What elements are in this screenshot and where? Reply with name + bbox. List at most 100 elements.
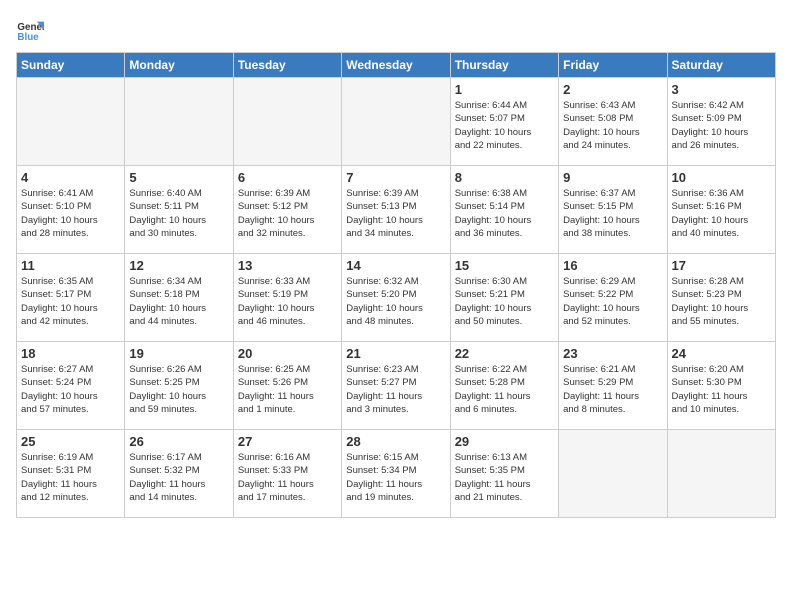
- logo: General Blue: [16, 16, 48, 44]
- calendar-cell: 12 Sunrise: 6:34 AMSunset: 5:18 PMDayligh…: [125, 254, 233, 342]
- day-number: 17: [672, 258, 771, 273]
- weekday-header-monday: Monday: [125, 53, 233, 78]
- calendar-cell: [667, 430, 775, 518]
- day-number: 14: [346, 258, 445, 273]
- weekday-header-saturday: Saturday: [667, 53, 775, 78]
- calendar-cell: 4 Sunrise: 6:41 AMSunset: 5:10 PMDaylight…: [17, 166, 125, 254]
- day-info: Sunrise: 6:29 AMSunset: 5:22 PMDaylight:…: [563, 275, 662, 328]
- day-info: Sunrise: 6:20 AMSunset: 5:30 PMDaylight:…: [672, 363, 771, 416]
- calendar-cell: [342, 78, 450, 166]
- calendar-cell: 2 Sunrise: 6:43 AMSunset: 5:08 PMDaylight…: [559, 78, 667, 166]
- calendar-cell: 21 Sunrise: 6:23 AMSunset: 5:27 PMDayligh…: [342, 342, 450, 430]
- day-number: 23: [563, 346, 662, 361]
- day-info: Sunrise: 6:33 AMSunset: 5:19 PMDaylight:…: [238, 275, 337, 328]
- day-info: Sunrise: 6:32 AMSunset: 5:20 PMDaylight:…: [346, 275, 445, 328]
- calendar-cell: [17, 78, 125, 166]
- calendar-cell: 20Sunrise: 6:25 AMSunset: 5:26 PMDayligh…: [233, 342, 341, 430]
- day-info: Sunrise: 6:13 AMSunset: 5:35 PMDaylight:…: [455, 451, 554, 504]
- day-info: Sunrise: 6:17 AMSunset: 5:32 PMDaylight:…: [129, 451, 228, 504]
- day-info: Sunrise: 6:15 AMSunset: 5:34 PMDaylight:…: [346, 451, 445, 504]
- calendar-cell: 10 Sunrise: 6:36 AMSunset: 5:16 PMDayligh…: [667, 166, 775, 254]
- day-number: 8: [455, 170, 554, 185]
- day-number: 22: [455, 346, 554, 361]
- day-info: Sunrise: 6:39 AMSunset: 5:13 PMDaylight:…: [346, 187, 445, 240]
- calendar-cell: 26 Sunrise: 6:17 AMSunset: 5:32 PMDayligh…: [125, 430, 233, 518]
- day-number: 7: [346, 170, 445, 185]
- day-info: Sunrise: 6:28 AMSunset: 5:23 PMDaylight:…: [672, 275, 771, 328]
- day-info: Sunrise: 6:27 AMSunset: 5:24 PMDaylight:…: [21, 363, 120, 416]
- header: General Blue: [16, 16, 776, 44]
- day-number: 4: [21, 170, 120, 185]
- day-number: 16: [563, 258, 662, 273]
- day-number: 24: [672, 346, 771, 361]
- calendar-cell: 28 Sunrise: 6:15 AMSunset: 5:34 PMDayligh…: [342, 430, 450, 518]
- calendar-cell: 29 Sunrise: 6:13 AMSunset: 5:35 PMDayligh…: [450, 430, 558, 518]
- calendar-cell: 13 Sunrise: 6:33 AMSunset: 5:19 PMDayligh…: [233, 254, 341, 342]
- day-number: 11: [21, 258, 120, 273]
- calendar-cell: 9 Sunrise: 6:37 AMSunset: 5:15 PMDaylight…: [559, 166, 667, 254]
- day-info: Sunrise: 6:38 AMSunset: 5:14 PMDaylight:…: [455, 187, 554, 240]
- calendar-cell: 18 Sunrise: 6:27 AMSunset: 5:24 PMDayligh…: [17, 342, 125, 430]
- weekday-header-wednesday: Wednesday: [342, 53, 450, 78]
- calendar-cell: 14 Sunrise: 6:32 AMSunset: 5:20 PMDayligh…: [342, 254, 450, 342]
- day-number: 29: [455, 434, 554, 449]
- day-number: 18: [21, 346, 120, 361]
- calendar-cell: 11 Sunrise: 6:35 AMSunset: 5:17 PMDayligh…: [17, 254, 125, 342]
- day-number: 10: [672, 170, 771, 185]
- weekday-header-sunday: Sunday: [17, 53, 125, 78]
- weekday-header-thursday: Thursday: [450, 53, 558, 78]
- day-info: Sunrise: 6:43 AMSunset: 5:08 PMDaylight:…: [563, 99, 662, 152]
- calendar-cell: 17 Sunrise: 6:28 AMSunset: 5:23 PMDayligh…: [667, 254, 775, 342]
- logo-icon: General Blue: [16, 16, 44, 44]
- calendar-table: SundayMondayTuesdayWednesdayThursdayFrid…: [16, 52, 776, 518]
- day-info: Sunrise: 6:34 AMSunset: 5:18 PMDaylight:…: [129, 275, 228, 328]
- calendar-cell: [233, 78, 341, 166]
- day-info: Sunrise: 6:22 AMSunset: 5:28 PMDaylight:…: [455, 363, 554, 416]
- day-info: Sunrise: 6:19 AMSunset: 5:31 PMDaylight:…: [21, 451, 120, 504]
- day-info: Sunrise: 6:21 AMSunset: 5:29 PMDaylight:…: [563, 363, 662, 416]
- calendar-cell: 1 Sunrise: 6:44 AMSunset: 5:07 PMDaylight…: [450, 78, 558, 166]
- day-info: Sunrise: 6:25 AMSunset: 5:26 PMDaylight:…: [238, 363, 337, 416]
- day-info: Sunrise: 6:40 AMSunset: 5:11 PMDaylight:…: [129, 187, 228, 240]
- calendar-cell: 16 Sunrise: 6:29 AMSunset: 5:22 PMDayligh…: [559, 254, 667, 342]
- day-info: Sunrise: 6:37 AMSunset: 5:15 PMDaylight:…: [563, 187, 662, 240]
- calendar-cell: 5 Sunrise: 6:40 AMSunset: 5:11 PMDaylight…: [125, 166, 233, 254]
- calendar-cell: 7 Sunrise: 6:39 AMSunset: 5:13 PMDaylight…: [342, 166, 450, 254]
- calendar-cell: 15 Sunrise: 6:30 AMSunset: 5:21 PMDayligh…: [450, 254, 558, 342]
- day-number: 6: [238, 170, 337, 185]
- day-info: Sunrise: 6:30 AMSunset: 5:21 PMDaylight:…: [455, 275, 554, 328]
- day-number: 27: [238, 434, 337, 449]
- day-info: Sunrise: 6:36 AMSunset: 5:16 PMDaylight:…: [672, 187, 771, 240]
- day-number: 15: [455, 258, 554, 273]
- calendar-cell: 27 Sunrise: 6:16 AMSunset: 5:33 PMDayligh…: [233, 430, 341, 518]
- calendar-cell: 23 Sunrise: 6:21 AMSunset: 5:29 PMDayligh…: [559, 342, 667, 430]
- day-info: Sunrise: 6:35 AMSunset: 5:17 PMDaylight:…: [21, 275, 120, 328]
- day-number: 12: [129, 258, 228, 273]
- day-number: 25: [21, 434, 120, 449]
- calendar-cell: 8 Sunrise: 6:38 AMSunset: 5:14 PMDaylight…: [450, 166, 558, 254]
- day-info: Sunrise: 6:42 AMSunset: 5:09 PMDaylight:…: [672, 99, 771, 152]
- day-number: 1: [455, 82, 554, 97]
- day-number: 2: [563, 82, 662, 97]
- day-number: 13: [238, 258, 337, 273]
- day-number: 21: [346, 346, 445, 361]
- weekday-header-tuesday: Tuesday: [233, 53, 341, 78]
- weekday-header-friday: Friday: [559, 53, 667, 78]
- calendar-cell: 22 Sunrise: 6:22 AMSunset: 5:28 PMDayligh…: [450, 342, 558, 430]
- day-number: 19: [129, 346, 228, 361]
- calendar-cell: [125, 78, 233, 166]
- calendar-cell: 6 Sunrise: 6:39 AMSunset: 5:12 PMDaylight…: [233, 166, 341, 254]
- day-info: Sunrise: 6:16 AMSunset: 5:33 PMDaylight:…: [238, 451, 337, 504]
- day-info: Sunrise: 6:23 AMSunset: 5:27 PMDaylight:…: [346, 363, 445, 416]
- svg-text:Blue: Blue: [17, 32, 39, 43]
- day-info: Sunrise: 6:41 AMSunset: 5:10 PMDaylight:…: [21, 187, 120, 240]
- calendar-cell: 25 Sunrise: 6:19 AMSunset: 5:31 PMDayligh…: [17, 430, 125, 518]
- day-info: Sunrise: 6:39 AMSunset: 5:12 PMDaylight:…: [238, 187, 337, 240]
- calendar-cell: 3Sunrise: 6:42 AMSunset: 5:09 PMDaylight…: [667, 78, 775, 166]
- day-info: Sunrise: 6:44 AMSunset: 5:07 PMDaylight:…: [455, 99, 554, 152]
- day-number: 5: [129, 170, 228, 185]
- day-number: 26: [129, 434, 228, 449]
- day-info: Sunrise: 6:26 AMSunset: 5:25 PMDaylight:…: [129, 363, 228, 416]
- day-number: 28: [346, 434, 445, 449]
- day-number: 9: [563, 170, 662, 185]
